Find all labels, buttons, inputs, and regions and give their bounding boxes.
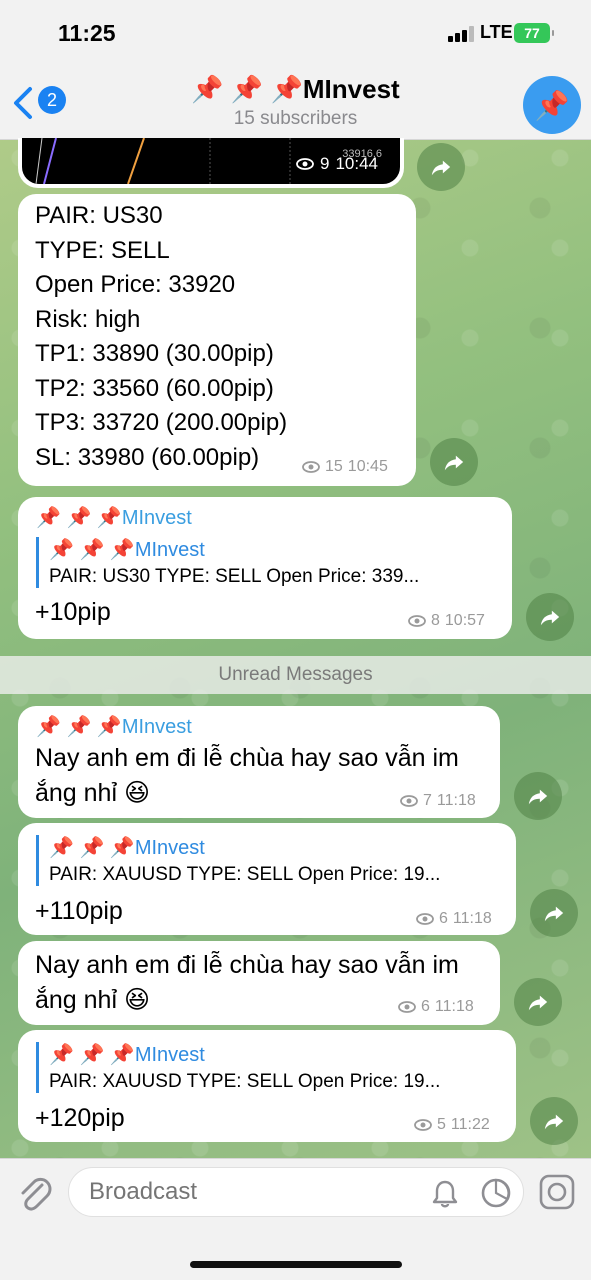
eye-icon — [302, 461, 320, 473]
subscriber-count: 15 subscribers — [233, 108, 358, 129]
signal-tp2: TP2: 33560 (60.00pip) — [35, 374, 274, 402]
forward-arrow-icon — [544, 906, 564, 922]
signal-open-price: Open Price: 33920 — [35, 271, 236, 298]
camera-icon[interactable] — [538, 1173, 576, 1211]
status-bar: 11:25 LTE 77 — [0, 0, 591, 64]
image-message-bubble[interactable]: 33916.6 9 10:44 — [18, 138, 404, 188]
message-time: 11:18 — [436, 792, 476, 809]
view-count: 7 — [423, 792, 432, 809]
message-text: +120pip — [35, 1104, 125, 1132]
message-text: +110pip — [35, 897, 123, 925]
eye-icon — [414, 1119, 432, 1131]
network-type: LTE — [480, 22, 513, 42]
forward-button[interactable] — [514, 772, 562, 820]
view-count: 5 — [437, 1116, 446, 1133]
forward-button[interactable] — [530, 1097, 578, 1145]
quote-sender: 📌 📌 📌MInvest — [49, 539, 205, 561]
message-meta: 5 11:22 — [414, 1116, 490, 1134]
view-count: 6 — [421, 998, 430, 1015]
text-message-bubble[interactable]: Nay anh em đi lễ chùa hay sao vẫn im ắng… — [18, 941, 500, 1025]
message-meta: 7 11:18 — [400, 792, 476, 810]
forward-arrow-icon — [528, 789, 548, 805]
forward-arrow-icon — [528, 995, 548, 1011]
message-meta: 9 10:44 — [296, 154, 378, 174]
timer-icon[interactable] — [480, 1177, 512, 1209]
unread-messages-divider: Unread Messages — [0, 656, 591, 694]
home-indicator[interactable] — [190, 1261, 402, 1268]
battery-level: 77 — [524, 25, 540, 41]
reply-quote[interactable]: 📌 📌 📌MInvest PAIR: US30 TYPE: SELL Open … — [36, 537, 496, 588]
signal-lines: PAIR: US30 TYPE: SELL Open Price: 33920 … — [35, 199, 287, 475]
signal-risk: Risk: high — [35, 305, 141, 333]
text-message-bubble[interactable]: 📌 📌 📌MInvest Nay anh em đi lễ chùa hay s… — [18, 706, 500, 818]
message-text-line-1: Nay anh em đi lễ chùa hay sao vẫn im — [35, 951, 459, 979]
message-text-line-2: ắng nhỉ 😆 — [35, 986, 151, 1014]
message-text: +10pip — [35, 598, 111, 626]
forward-arrow-icon — [431, 160, 451, 176]
cellular-signal-icon — [448, 26, 474, 42]
forward-arrow-icon — [540, 610, 560, 626]
eye-icon — [400, 795, 418, 807]
view-count: 6 — [439, 910, 448, 927]
bell-icon[interactable] — [430, 1179, 460, 1209]
status-time: 11:25 — [58, 20, 116, 46]
message-text-line-1: Nay anh em đi lễ chùa hay sao vẫn im — [35, 744, 459, 772]
eye-icon — [408, 615, 426, 627]
quote-text: PAIR: XAUUSD TYPE: SELL Open Price: 19..… — [49, 1071, 441, 1092]
message-sender[interactable]: 📌 📌 📌MInvest — [36, 714, 192, 739]
message-time: 11:22 — [450, 1116, 490, 1133]
message-time: 10:44 — [335, 154, 378, 173]
eye-icon — [398, 1001, 416, 1013]
signal-tp1: TP1: 33890 (30.00pip) — [35, 340, 274, 367]
view-count: 15 — [325, 458, 343, 475]
message-meta: 6 11:18 — [416, 910, 492, 928]
quote-text: PAIR: US30 TYPE: SELL Open Price: 339... — [49, 566, 420, 587]
message-meta: 15 10:45 — [302, 458, 388, 476]
quote-text: PAIR: XAUUSD TYPE: SELL Open Price: 19..… — [49, 864, 441, 885]
signal-type: TYPE: SELL — [35, 236, 170, 264]
battery-icon: 77 — [514, 23, 554, 43]
message-text-line-2: ắng nhỉ 😆 — [35, 779, 151, 807]
paperclip-icon[interactable] — [16, 1173, 52, 1213]
signal-pair: PAIR: US30 — [35, 202, 163, 229]
reply-quote[interactable]: 📌 📌 📌MInvest PAIR: XAUUSD TYPE: SELL Ope… — [36, 1042, 502, 1093]
channel-avatar[interactable]: 📌 — [523, 76, 581, 134]
message-sender[interactable]: 📌 📌 📌MInvest — [36, 505, 192, 530]
quote-sender: 📌 📌 📌MInvest — [49, 1044, 205, 1066]
chat-header: 2 📌 📌 📌MInvest 15 subscribers 📌 — [0, 64, 591, 140]
forward-arrow-icon — [444, 455, 464, 471]
eye-icon — [416, 913, 434, 925]
message-time: 10:57 — [444, 612, 485, 629]
eye-icon — [296, 158, 314, 170]
signal-message-bubble[interactable]: PAIR: US30 TYPE: SELL Open Price: 33920 … — [18, 194, 416, 486]
signal-sl: SL: 33980 (60.00pip) — [35, 443, 260, 471]
forward-button[interactable] — [526, 593, 574, 641]
forward-button[interactable] — [530, 889, 578, 937]
message-time: 10:45 — [347, 458, 388, 475]
forward-button[interactable] — [430, 438, 478, 486]
message-meta: 6 11:18 — [398, 998, 474, 1016]
forward-button[interactable] — [514, 978, 562, 1026]
message-meta: 8 10:57 — [408, 612, 485, 630]
reply-message-bubble[interactable]: 📌 📌 📌MInvest PAIR: XAUUSD TYPE: SELL Ope… — [18, 1030, 516, 1142]
message-time: 11:18 — [452, 910, 492, 927]
reply-message-bubble[interactable]: 📌 📌 📌MInvest PAIR: XAUUSD TYPE: SELL Ope… — [18, 823, 516, 935]
view-count: 9 — [319, 154, 330, 173]
reply-quote[interactable]: 📌 📌 📌MInvest PAIR: XAUUSD TYPE: SELL Ope… — [36, 835, 502, 886]
view-count: 8 — [431, 612, 440, 629]
forward-arrow-icon — [544, 1114, 564, 1130]
pushpin-icon: 📌 — [534, 89, 570, 121]
signal-tp3: TP3: 33720 (200.00pip) — [35, 409, 288, 436]
chart-image[interactable]: 33916.6 9 10:44 — [22, 138, 400, 184]
forward-button[interactable] — [417, 143, 465, 191]
channel-title[interactable]: 📌 📌 📌MInvest — [0, 74, 591, 105]
quote-sender: 📌 📌 📌MInvest — [49, 837, 205, 859]
reply-message-bubble[interactable]: 📌 📌 📌MInvest 📌 📌 📌MInvest PAIR: US30 TYP… — [18, 497, 512, 639]
message-time: 11:18 — [434, 998, 474, 1015]
